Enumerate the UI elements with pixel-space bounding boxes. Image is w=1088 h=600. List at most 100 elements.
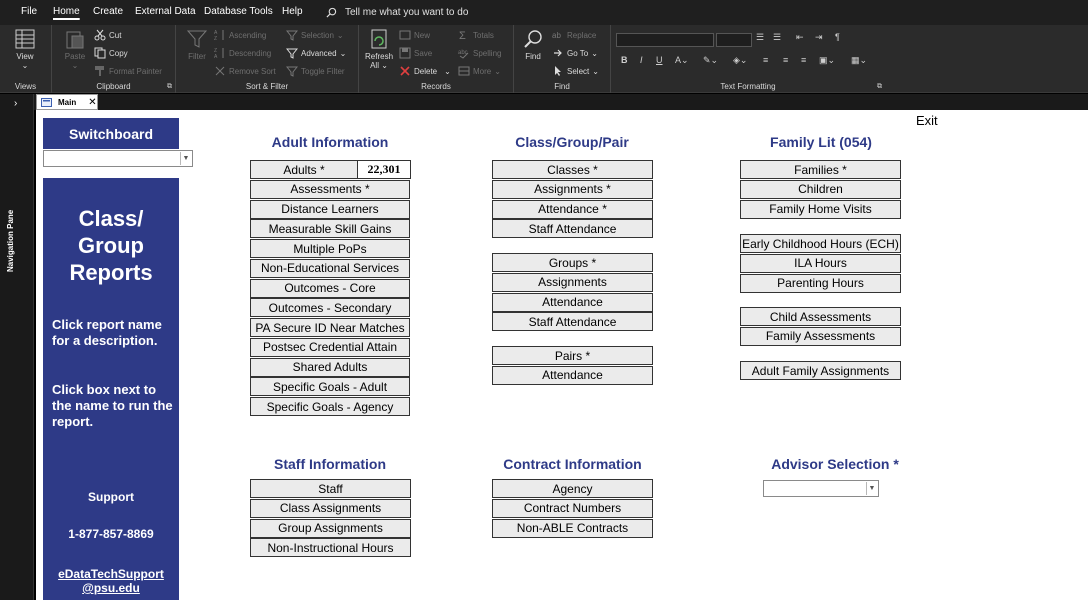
tab-help[interactable]: Help (282, 6, 303, 17)
font-name-select[interactable] (616, 33, 714, 47)
fill-color-icon[interactable]: ◈⌄ (733, 55, 747, 66)
find-button[interactable]: Find (522, 28, 544, 61)
report-button-class-group-pairs-1[interactable]: Attendance (492, 365, 653, 385)
report-button-family-lit-families-0[interactable]: Families * (740, 160, 901, 179)
report-button-family-lit-hours-0[interactable]: Early Childhood Hours (ECH) (740, 234, 901, 253)
report-button-class-group-classes-2[interactable]: Attendance * (492, 199, 653, 219)
highlight-icon[interactable]: ✎⌄ (703, 55, 718, 66)
report-button-class-group-classes-3[interactable]: Staff Attendance (492, 219, 653, 239)
report-button-class-group-groups-0[interactable]: Groups * (492, 253, 653, 272)
tab-file[interactable]: File (21, 6, 37, 17)
align-left-icon[interactable]: ≡ (763, 55, 768, 65)
bullets-icon[interactable]: ☰ (756, 32, 764, 43)
report-button-adult-info-items-8[interactable]: PA Secure ID Near Matches (250, 318, 410, 337)
cut-button[interactable]: Cut (94, 29, 121, 41)
advisor-select[interactable]: ▼ (763, 480, 879, 497)
report-button-family-lit-assignments-0[interactable]: Adult Family Assignments (740, 361, 901, 380)
report-button-class-group-groups-1[interactable]: Assignments (492, 272, 653, 292)
tab-create[interactable]: Create (93, 6, 123, 17)
exit-button[interactable]: Exit (916, 113, 938, 128)
underline-button[interactable]: U (656, 55, 663, 65)
report-button-adult-info-items-12[interactable]: Specific Goals - Agency (250, 397, 410, 416)
save-button[interactable]: Save (399, 47, 432, 59)
report-button-adult-info-items-1[interactable]: Assessments * (250, 179, 410, 199)
conditional-format-icon[interactable]: ▣⌄ (819, 55, 835, 66)
gridlines-icon[interactable]: ▦⌄ (851, 55, 867, 66)
copy-button[interactable]: Copy (94, 47, 128, 59)
chevron-right-icon[interactable]: › (14, 98, 17, 109)
report-button-family-lit-hours-1[interactable]: ILA Hours (740, 253, 901, 273)
report-button-family-lit-assessments-1[interactable]: Family Assessments (740, 326, 901, 346)
paste-button[interactable]: Paste ⌄ (64, 28, 86, 70)
tab-database-tools[interactable]: Database Tools (204, 6, 273, 17)
report-button-adult-info-items-11[interactable]: Specific Goals - Adult (250, 377, 410, 397)
bold-button[interactable]: B (621, 55, 628, 65)
report-button-adult-info-items-0[interactable]: Adults * (250, 160, 358, 179)
italic-button[interactable]: I (640, 55, 643, 65)
indent-decrease-icon[interactable]: ⇤ (796, 32, 804, 43)
report-button-adult-info-items-3[interactable]: Measurable Skill Gains (250, 219, 410, 239)
report-button-staff-info-items-2[interactable]: Group Assignments (250, 518, 411, 538)
font-color-icon[interactable]: A⌄ (675, 55, 689, 66)
filter-button[interactable]: Filter (186, 28, 208, 61)
tell-me-box[interactable]: Tell me what you want to do (326, 5, 468, 19)
report-button-contract-info-items-2[interactable]: Non-ABLE Contracts (492, 518, 653, 538)
totals-button[interactable]: Σ Totals (458, 29, 494, 41)
report-button-family-lit-assessments-0[interactable]: Child Assessments (740, 307, 901, 326)
report-button-staff-info-items-3[interactable]: Non-Instructional Hours (250, 538, 411, 558)
report-button-adult-info-items-9[interactable]: Postsec Credential Attain (250, 337, 410, 357)
close-icon[interactable]: ✕ (88, 97, 96, 108)
report-button-adult-info-items-5[interactable]: Non-Educational Services (250, 258, 410, 278)
report-button-contract-info-items-1[interactable]: Contract Numbers (492, 498, 653, 518)
select-button[interactable]: Select ⌄ (552, 65, 599, 77)
indent-increase-icon[interactable]: ⇥ (815, 32, 823, 43)
report-button-class-group-classes-1[interactable]: Assignments * (492, 179, 653, 199)
report-button-adult-info-items-7[interactable]: Outcomes - Secondary (250, 298, 410, 318)
report-button-staff-info-items-0[interactable]: Staff (250, 479, 411, 498)
report-button-contract-info-items-0[interactable]: Agency (492, 479, 653, 498)
selection-button[interactable]: Selection ⌄ (286, 29, 344, 41)
delete-button[interactable]: Delete ⌄ (399, 65, 451, 77)
dialog-launcher-icon[interactable]: ⧉ (877, 83, 882, 91)
report-button-staff-info-items-1[interactable]: Class Assignments (250, 498, 411, 518)
format-painter-button[interactable]: Format Painter (94, 65, 162, 77)
tab-external-data[interactable]: External Data (135, 6, 196, 17)
sort-ascending-button[interactable]: AZ Ascending (214, 29, 266, 41)
toggle-filter-button[interactable]: Toggle Filter (286, 65, 345, 77)
chevron-down-icon: ⌄ (21, 61, 29, 70)
tab-main[interactable]: Main ✕ (36, 94, 98, 110)
chevron-down-icon[interactable]: ▼ (866, 482, 877, 495)
sort-descending-button[interactable]: ZA Descending (214, 47, 271, 59)
report-button-class-group-groups-2[interactable]: Attendance (492, 292, 653, 312)
report-button-adult-info-items-2[interactable]: Distance Learners (250, 199, 410, 219)
spelling-button[interactable]: abc Spelling (458, 47, 501, 59)
report-button-class-group-groups-3[interactable]: Staff Attendance (492, 312, 653, 332)
advanced-button[interactable]: Advanced ⌄ (286, 47, 346, 59)
report-button-family-lit-hours-2[interactable]: Parenting Hours (740, 273, 901, 293)
report-button-class-group-classes-0[interactable]: Classes * (492, 160, 653, 179)
report-button-adult-info-items-4[interactable]: Multiple PoPs (250, 239, 410, 258)
align-center-icon[interactable]: ≡ (783, 55, 788, 65)
go-to-button[interactable]: Go To ⌄ (552, 47, 598, 59)
refresh-all-button[interactable]: Refresh All ⌄ (365, 28, 393, 70)
switchboard-select[interactable]: ▼ (43, 150, 193, 167)
report-button-family-lit-families-1[interactable]: Children (740, 179, 901, 199)
chevron-down-icon[interactable]: ▼ (180, 152, 191, 165)
align-right-icon[interactable]: ≡ (801, 55, 806, 65)
replace-button[interactable]: ab Replace (552, 29, 596, 41)
font-size-select[interactable] (716, 33, 752, 47)
report-button-family-lit-families-2[interactable]: Family Home Visits (740, 199, 901, 219)
paragraph-direction-icon[interactable]: ¶ (835, 32, 840, 42)
numbering-icon[interactable]: ☰ (773, 32, 781, 43)
tab-home[interactable]: Home (53, 6, 80, 17)
report-button-adult-info-items-6[interactable]: Outcomes - Core (250, 278, 410, 298)
view-button[interactable]: View ⌄ (14, 28, 36, 70)
report-button-adult-info-items-10[interactable]: Shared Adults (250, 357, 410, 377)
navigation-pane[interactable]: › Navigation Pane (0, 94, 34, 600)
remove-sort-button[interactable]: Remove Sort (214, 65, 276, 77)
dialog-launcher-icon[interactable]: ⧉ (167, 83, 172, 91)
support-email-link[interactable]: eDataTechSupport @psu.edu (43, 567, 179, 595)
new-record-button[interactable]: New (399, 29, 430, 41)
report-button-class-group-pairs-0[interactable]: Pairs * (492, 346, 653, 365)
more-button[interactable]: More ⌄ (458, 65, 501, 77)
